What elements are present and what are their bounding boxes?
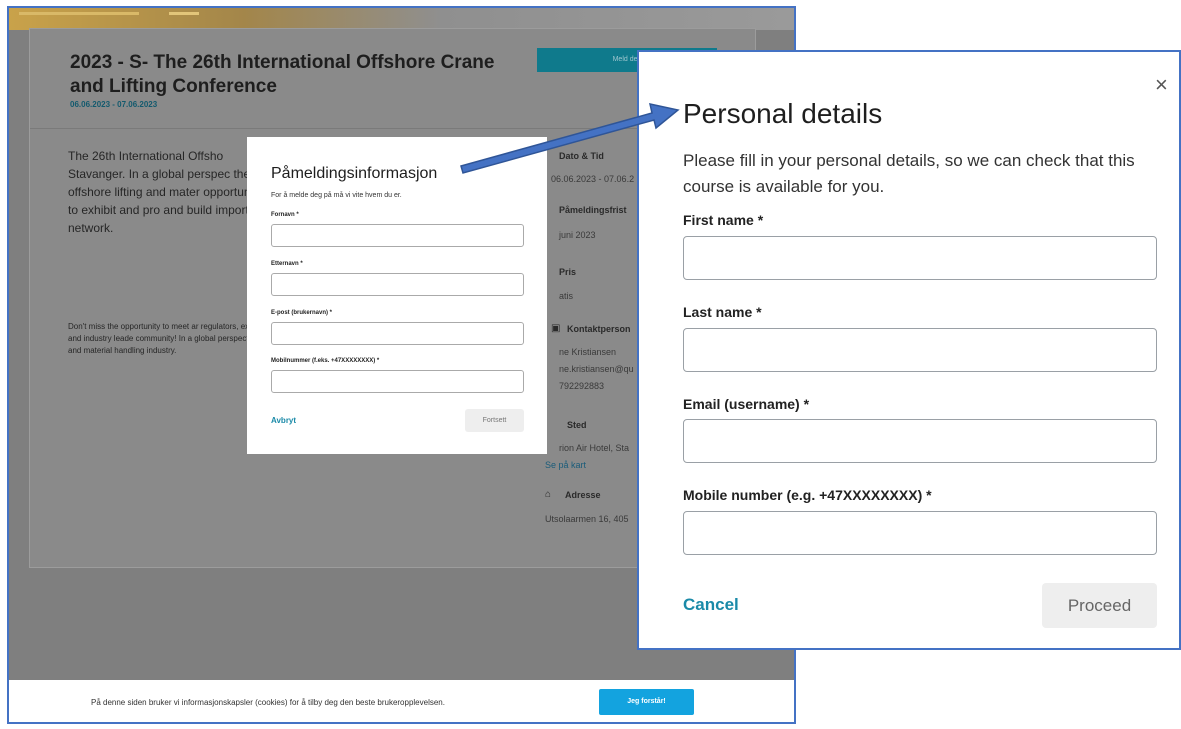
mobile-label: Mobile number (e.g. +47XXXXXXXX) * [683, 487, 932, 503]
dialog-subtitle: Please fill in your personal details, so… [683, 151, 1135, 196]
last-name-label: Last name * [683, 304, 762, 320]
cancel-link[interactable]: Avbryt [271, 416, 296, 425]
event-description-secondary: Don't miss the opportunity to meet ar re… [68, 322, 268, 355]
address-icon: ⌂ [545, 489, 552, 500]
last-name-field[interactable] [271, 273, 524, 296]
contact-email: ne.kristiansen@qu [559, 364, 634, 374]
close-icon[interactable]: × [1155, 74, 1168, 96]
date-time-value: 06.06.2023 - 07.06.2 [551, 174, 635, 184]
proceed-button[interactable]: Proceed [1042, 583, 1157, 628]
email-label: Email (username) * [683, 396, 810, 412]
cookie-text: På denne siden bruker vi informasjonskap… [91, 698, 445, 707]
crane-beam [169, 12, 199, 15]
personal-details-dialog: × Personal details Please fill in your p… [637, 50, 1181, 650]
deadline-heading: Påmeldingsfrist [559, 205, 627, 215]
mobile-field[interactable] [683, 511, 1157, 555]
address-value: Utsolaarmen 16, 405 [545, 514, 629, 524]
first-name-label: Fornavn * [271, 212, 299, 218]
last-name-field[interactable] [683, 328, 1157, 372]
hero-image-strip [9, 8, 794, 30]
event-dates: 06.06.2023 - 07.06.2023 [70, 100, 158, 109]
registration-dialog-small: Påmeldingsinformasjon For å melde deg på… [247, 137, 547, 454]
cookie-accept-button[interactable]: Jeg forstår! [599, 689, 694, 715]
last-name-label: Etternavn * [271, 261, 303, 267]
proceed-button[interactable]: Fortsett [465, 409, 524, 432]
contact-name: ne Kristiansen [559, 347, 617, 357]
cookie-banner: På denne siden bruker vi informasjonskap… [9, 680, 794, 722]
mobile-field[interactable] [271, 370, 524, 393]
place-heading: Sted [567, 420, 587, 430]
mobile-label: Mobilnummer (f.eks. +47XXXXXXXX) * [271, 358, 380, 364]
dialog-subtitle: For å melde deg på må vi vite hvem du er… [271, 192, 402, 199]
first-name-label: First name * [683, 212, 764, 228]
first-name-field[interactable] [683, 236, 1157, 280]
dialog-title: Påmeldingsinformasjon [271, 165, 438, 182]
price-heading: Pris [559, 267, 577, 277]
crane-beam [19, 12, 139, 15]
dialog-title: Personal details [683, 98, 883, 129]
contact-phone: 792292883 [559, 381, 605, 391]
cancel-link[interactable]: Cancel [683, 595, 739, 615]
event-title: 2023 - S- The 26th International Offshor… [70, 52, 495, 97]
composite-stage: 2023 - S- The 26th International Offshor… [0, 0, 1181, 729]
map-link[interactable]: Se på kart [545, 460, 586, 470]
email-field[interactable] [683, 419, 1157, 463]
place-value: rion Air Hotel, Sta [559, 443, 630, 453]
contact-person-icon: ▣ [551, 323, 561, 334]
email-label: E-post (brukernavn) * [271, 310, 333, 316]
email-field[interactable] [271, 322, 524, 345]
deadline-value: juni 2023 [559, 230, 596, 240]
first-name-field[interactable] [271, 224, 524, 247]
price-value: atis [559, 291, 574, 301]
date-time-heading: Dato & Tid [559, 151, 604, 161]
event-description: The 26th International Offsho Stavanger.… [68, 149, 266, 235]
address-heading: Adresse [565, 490, 601, 500]
contact-heading: Kontaktperson [567, 324, 631, 334]
